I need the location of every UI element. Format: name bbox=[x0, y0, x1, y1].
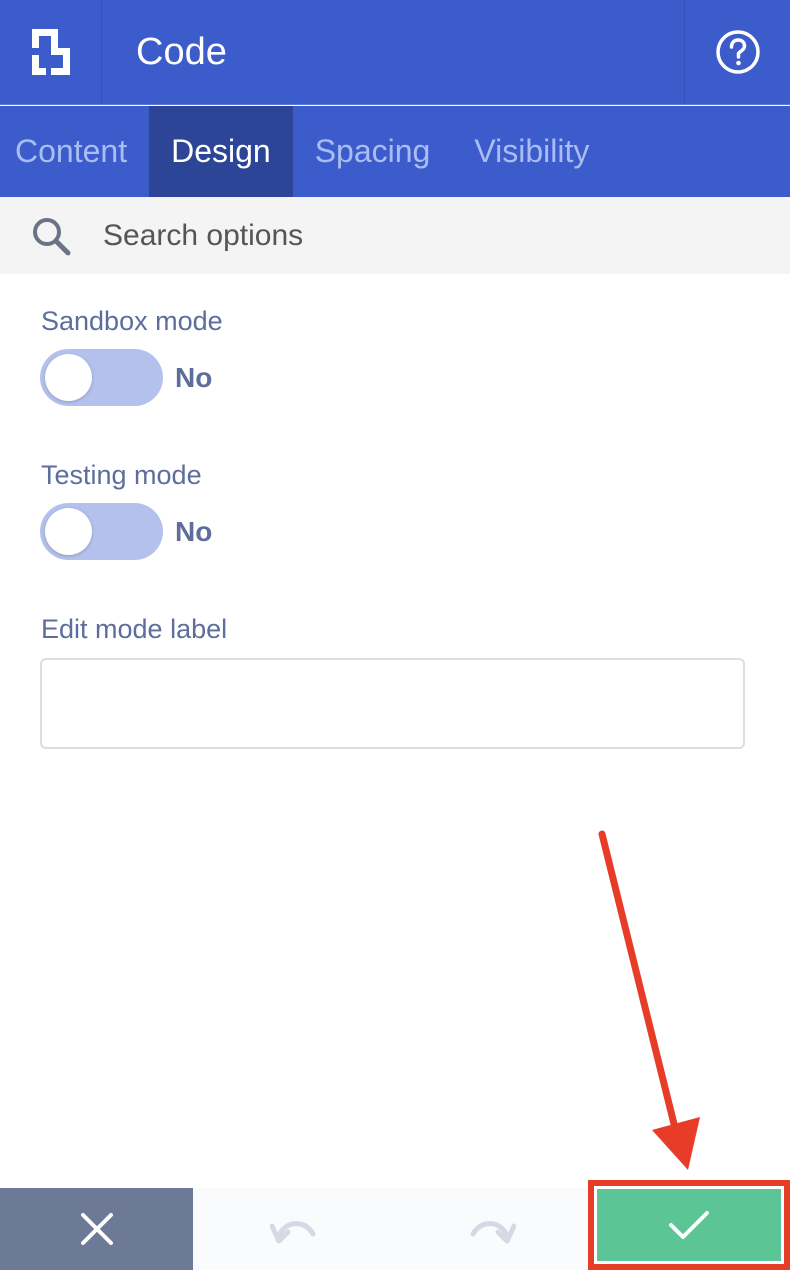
tab-bar: Content Design Spacing Visibility bbox=[0, 106, 790, 197]
toggle-knob bbox=[45, 354, 92, 401]
toggle-knob bbox=[45, 508, 92, 555]
redo-button[interactable] bbox=[393, 1188, 593, 1270]
help-button[interactable] bbox=[684, 0, 790, 104]
tab-design[interactable]: Design bbox=[149, 106, 293, 197]
search-input[interactable] bbox=[103, 218, 703, 253]
sandbox-mode-value: No bbox=[175, 361, 213, 393]
testing-mode-label: Testing mode bbox=[41, 460, 202, 490]
undo-button[interactable] bbox=[193, 1188, 393, 1270]
panel-title: Code bbox=[136, 30, 227, 73]
sandbox-mode-toggle[interactable] bbox=[40, 349, 163, 406]
panel-header: Code bbox=[0, 0, 790, 105]
save-button[interactable] bbox=[594, 1186, 784, 1264]
close-icon bbox=[80, 1213, 113, 1245]
search-bar bbox=[0, 197, 790, 274]
help-circle-icon bbox=[715, 30, 760, 74]
checkmark-icon bbox=[669, 1211, 709, 1239]
testing-mode-row: No bbox=[40, 503, 212, 560]
search-icon-wrap bbox=[0, 197, 103, 274]
tab-visibility[interactable]: Visibility bbox=[452, 106, 611, 197]
testing-mode-toggle[interactable] bbox=[40, 503, 163, 560]
tab-content[interactable]: Content bbox=[0, 106, 149, 197]
edit-mode-label-label: Edit mode label bbox=[41, 614, 228, 644]
testing-mode-value: No bbox=[175, 515, 213, 547]
cancel-button[interactable] bbox=[0, 1188, 193, 1270]
save-button-highlight bbox=[588, 1180, 790, 1270]
redo-icon bbox=[470, 1221, 516, 1244]
tab-spacing[interactable]: Spacing bbox=[293, 106, 453, 197]
sandbox-mode-label: Sandbox mode bbox=[41, 306, 223, 336]
logo[interactable] bbox=[0, 0, 102, 104]
sandbox-mode-row: No bbox=[40, 349, 212, 406]
edit-mode-label-input[interactable] bbox=[40, 658, 745, 749]
search-icon bbox=[33, 217, 71, 255]
builder-logo-icon bbox=[31, 29, 70, 75]
undo-icon bbox=[270, 1221, 316, 1244]
